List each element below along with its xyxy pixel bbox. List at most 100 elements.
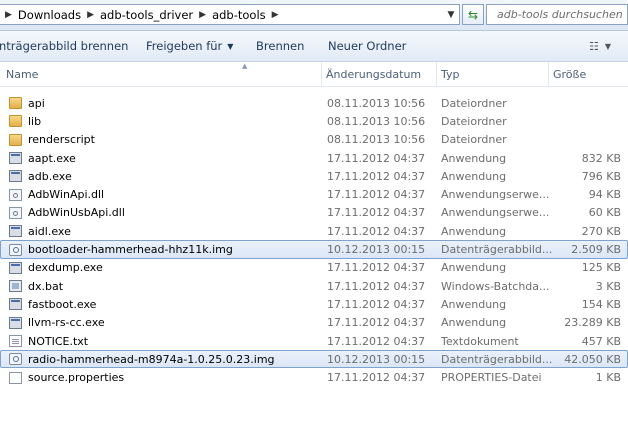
address-bar[interactable]: ▶ Downloads ▶ adb-tools_driver ▶ adb-too… bbox=[0, 4, 460, 25]
change-view-button[interactable]: ☷ ▼ bbox=[580, 38, 620, 54]
file-name-cell[interactable]: llvm-rs-cc.exe bbox=[9, 315, 105, 331]
column-divider[interactable] bbox=[436, 62, 437, 86]
file-size: 1 KB bbox=[595, 371, 621, 385]
file-name: fastboot.exe bbox=[28, 297, 97, 311]
file-date: 17.11.2012 04:37 bbox=[327, 206, 426, 220]
column-header-size-label: Größe bbox=[553, 67, 587, 81]
file-row[interactable]: renderscript 08.11.2013 10:56 Dateiordner bbox=[0, 131, 628, 149]
burn-image-label: nträgerabbild brennen bbox=[0, 39, 129, 53]
file-size: 270 KB bbox=[581, 224, 621, 238]
file-name: dx.bat bbox=[28, 279, 64, 293]
search-input[interactable] bbox=[497, 8, 623, 21]
file-name: llvm-rs-cc.exe bbox=[28, 316, 105, 330]
file-date: 08.11.2013 10:56 bbox=[327, 96, 426, 110]
file-row[interactable]: AdbWinApi.dll 17.11.2012 04:37 Anwendungse… bbox=[0, 185, 628, 203]
file-name-cell[interactable]: source.properties bbox=[9, 369, 124, 385]
file-name-cell[interactable]: AdbWinUsbApi.dll bbox=[9, 205, 125, 221]
file-name: lib bbox=[28, 114, 42, 128]
file-row[interactable]: llvm-rs-cc.exe 17.11.2012 04:37 Anwendung 2… bbox=[0, 314, 628, 332]
file-row[interactable]: adb.exe 17.11.2012 04:37 Anwendung 796 KB bbox=[0, 167, 628, 185]
file-row[interactable]: aidl.exe 17.11.2012 04:37 Anwendung 270 KB bbox=[0, 222, 628, 240]
disc-image-icon bbox=[9, 243, 22, 256]
file-name-cell[interactable]: aapt.exe bbox=[9, 150, 76, 166]
file-row[interactable]: NOTICE.txt 17.11.2012 04:37 Textdokument 45… bbox=[0, 332, 628, 350]
column-header-row: Name ▲ Änderungsdatum Typ Größe bbox=[0, 62, 628, 87]
dll-icon bbox=[9, 206, 22, 219]
file-row[interactable]: AdbWinUsbApi.dll 17.11.2012 04:37 Anwendun… bbox=[0, 204, 628, 222]
file-name-cell[interactable]: renderscript bbox=[9, 132, 95, 148]
search-box[interactable] bbox=[486, 4, 628, 25]
exe-icon bbox=[9, 316, 22, 329]
file-row[interactable]: lib 08.11.2013 10:56 Dateiordner bbox=[0, 112, 628, 130]
file-row[interactable]: aapt.exe 17.11.2012 04:37 Anwendung 832 KB bbox=[0, 149, 628, 167]
column-header-name-label: Name bbox=[6, 67, 39, 81]
sort-ascending-icon: ▲ bbox=[242, 62, 248, 70]
exe-icon bbox=[9, 225, 22, 238]
breadcrumb-item-downloads[interactable]: Downloads bbox=[18, 8, 81, 22]
burn-image-button[interactable]: nträgerabbild brennen bbox=[0, 31, 128, 61]
file-name-cell[interactable]: adb.exe bbox=[9, 168, 72, 184]
file-date: 10.12.2013 00:15 bbox=[327, 243, 426, 257]
file-row[interactable]: api 08.11.2013 10:56 Dateiordner bbox=[0, 94, 628, 112]
file-row[interactable]: dexdump.exe 17.11.2012 04:37 Anwendung 125 … bbox=[0, 259, 628, 277]
new-folder-label: Neuer Ordner bbox=[328, 39, 407, 53]
exe-icon bbox=[9, 170, 22, 183]
file-type: Datenträgerabbild... bbox=[441, 352, 553, 366]
file-name: aapt.exe bbox=[28, 151, 76, 165]
text-file-icon bbox=[9, 335, 22, 347]
file-type: Dateiordner bbox=[441, 114, 507, 128]
file-date: 17.11.2012 04:37 bbox=[327, 334, 426, 348]
breadcrumb-chevron-icon[interactable]: ▶ bbox=[5, 10, 12, 20]
column-divider[interactable] bbox=[321, 62, 322, 86]
column-header-size[interactable]: Größe bbox=[553, 62, 623, 86]
file-name: bootloader-hammerhead-hhz11k.img bbox=[28, 243, 233, 257]
file-name-cell[interactable]: AdbWinApi.dll bbox=[9, 186, 104, 202]
file-date: 17.11.2012 04:37 bbox=[327, 316, 426, 330]
file-size: 23.289 KB bbox=[564, 316, 621, 330]
file-row[interactable]: source.properties 17.11.2012 04:37 PROPERT… bbox=[0, 368, 628, 386]
file-name: dexdump.exe bbox=[28, 261, 103, 275]
column-header-type[interactable]: Typ bbox=[441, 62, 547, 86]
address-row: ▶ Downloads ▶ adb-tools_driver ▶ adb-too… bbox=[0, 0, 628, 31]
file-row[interactable]: bootloader-hammerhead-hhz11k.img 10.12.20… bbox=[0, 240, 628, 259]
breadcrumb-item-adb-tools-driver[interactable]: adb-tools_driver bbox=[100, 8, 193, 22]
file-name-cell[interactable]: NOTICE.txt bbox=[9, 333, 88, 349]
burn-button[interactable]: Brennen bbox=[256, 31, 304, 61]
file-name-cell[interactable]: dexdump.exe bbox=[9, 260, 103, 276]
file-row[interactable]: fastboot.exe 17.11.2012 04:37 Anwendung 154… bbox=[0, 295, 628, 313]
file-name-cell[interactable]: radio-hammerhead-m8974a-1.0.25.0.23.img bbox=[9, 351, 275, 367]
file-name-cell[interactable]: fastboot.exe bbox=[9, 296, 96, 312]
breadcrumb-item-adb-tools[interactable]: adb-tools bbox=[212, 8, 266, 22]
file-date: 17.11.2012 04:37 bbox=[327, 261, 426, 275]
file-size: 3 KB bbox=[595, 279, 621, 293]
file-type: Datenträgerabbild... bbox=[441, 243, 553, 257]
file-type: Anwendung bbox=[441, 224, 507, 238]
file-date: 17.11.2012 04:37 bbox=[327, 151, 426, 165]
dll-icon bbox=[9, 188, 22, 201]
file-row[interactable]: radio-hammerhead-m8974a-1.0.25.0.23.img 1… bbox=[0, 350, 628, 369]
disc-image-icon bbox=[9, 353, 22, 366]
file-type: Anwendungserwe... bbox=[441, 188, 550, 202]
breadcrumb-chevron-icon[interactable]: ▶ bbox=[199, 10, 206, 20]
column-header-date[interactable]: Änderungsdatum bbox=[326, 62, 436, 86]
refresh-button[interactable]: ⇆ bbox=[462, 4, 484, 25]
file-list: api 08.11.2013 10:56 Dateiordner lib 08.11.2… bbox=[0, 94, 628, 387]
new-folder-button[interactable]: Neuer Ordner bbox=[328, 31, 406, 61]
file-type: Anwendung bbox=[441, 261, 507, 275]
file-name-cell[interactable]: lib bbox=[9, 113, 41, 129]
share-with-button[interactable]: Freigeben für ▼ bbox=[146, 31, 233, 61]
file-name-cell[interactable]: api bbox=[9, 95, 45, 111]
column-header-name[interactable]: Name bbox=[6, 62, 322, 86]
address-history-dropdown-icon[interactable]: ▼ bbox=[443, 5, 459, 24]
column-divider[interactable] bbox=[548, 62, 549, 86]
properties-file-icon bbox=[9, 371, 22, 384]
file-name-cell[interactable]: dx.bat bbox=[9, 278, 63, 294]
file-name: adb.exe bbox=[28, 169, 72, 183]
file-name-cell[interactable]: aidl.exe bbox=[9, 223, 71, 239]
file-row[interactable]: dx.bat 17.11.2012 04:37 Windows-Batchda...… bbox=[0, 277, 628, 295]
file-name-cell[interactable]: bootloader-hammerhead-hhz11k.img bbox=[9, 241, 233, 257]
file-date: 17.11.2012 04:37 bbox=[327, 297, 426, 311]
file-type: Anwendung bbox=[441, 297, 507, 311]
breadcrumb-chevron-icon[interactable]: ▶ bbox=[272, 10, 279, 20]
breadcrumb-chevron-icon[interactable]: ▶ bbox=[87, 10, 94, 20]
